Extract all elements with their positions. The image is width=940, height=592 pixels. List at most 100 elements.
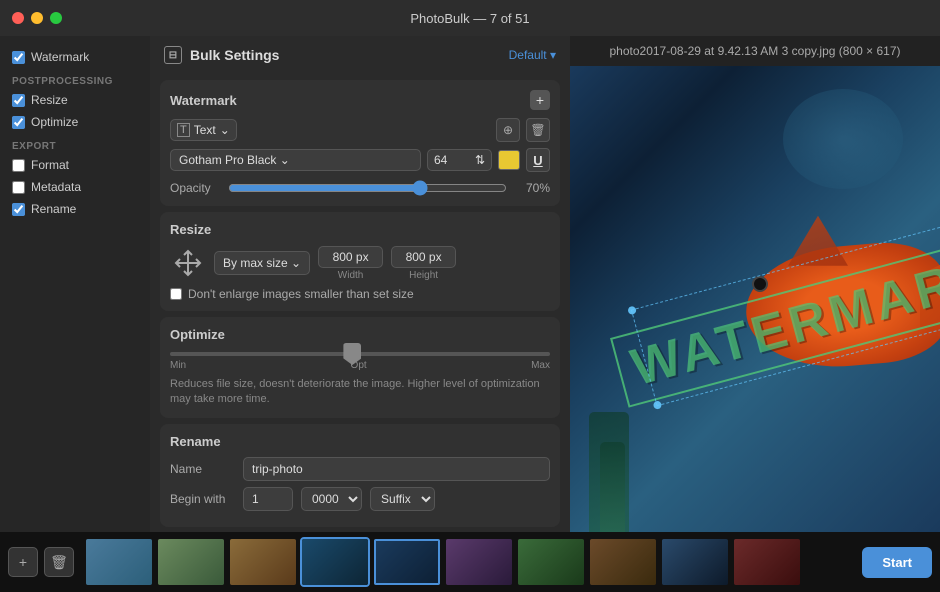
- postprocessing-section-label: POSTPROCESSING: [0, 68, 150, 89]
- photo-background: WATERMARK: [570, 66, 940, 532]
- size-select[interactable]: 64 ⇅: [427, 149, 492, 171]
- resize-section-title: Resize: [170, 222, 211, 237]
- optimize-section-title: Optimize: [170, 327, 225, 342]
- resize-icon: [170, 245, 206, 281]
- sidebar-resize-label: Resize: [31, 93, 68, 107]
- type-chevron-icon: ⌄: [220, 123, 230, 137]
- width-label: Width: [338, 270, 364, 281]
- panel-header-left: ⊟ Bulk Settings: [164, 46, 279, 64]
- panel-icon: ⊟: [164, 46, 182, 64]
- rename-number-format-select[interactable]: 0000 000 00: [301, 487, 362, 511]
- maximize-button[interactable]: [50, 12, 62, 24]
- sidebar-item-resize[interactable]: Resize: [0, 89, 150, 111]
- close-button[interactable]: [12, 12, 24, 24]
- rename-begin-row: Begin with 0000 000 00 Suffix Prefix: [170, 487, 550, 511]
- watermark-font-row: Gotham Pro Black ⌄ 64 ⇅ U: [170, 148, 550, 172]
- dont-enlarge-checkbox[interactable]: [170, 288, 182, 300]
- opacity-slider[interactable]: [228, 180, 507, 196]
- sidebar-format-label: Format: [31, 158, 69, 172]
- format-checkbox[interactable]: [12, 159, 25, 172]
- sidebar-item-rename[interactable]: Rename: [0, 198, 150, 220]
- photo-canvas: WATERMARK: [570, 66, 940, 532]
- start-button[interactable]: Start: [862, 547, 932, 578]
- thumb-5[interactable]: [372, 537, 442, 587]
- resize-section: Resize By max size ⌄: [160, 212, 560, 311]
- watermark-section-title: Watermark: [170, 93, 237, 108]
- dont-enlarge-label: Don't enlarge images smaller than set si…: [188, 287, 414, 301]
- handle-top-left[interactable]: [627, 306, 637, 316]
- optimize-title-row: Optimize: [170, 327, 550, 342]
- resize-title-row: Resize: [170, 222, 550, 237]
- thumb-4-active[interactable]: [300, 537, 370, 587]
- resize-mode-select[interactable]: By max size ⌄: [214, 251, 310, 275]
- thumb-6[interactable]: [444, 537, 514, 587]
- handle-bottom-left[interactable]: [652, 400, 662, 410]
- watermark-section: Watermark + T Text ⌄ ⊕ 🗑 Gotham Pro Blac…: [160, 80, 560, 206]
- watermark-copy-btn[interactable]: ⊕: [496, 118, 520, 142]
- underline-button[interactable]: U: [526, 148, 550, 172]
- rename-begin-label: Begin with: [170, 492, 235, 506]
- thumb-3[interactable]: [228, 537, 298, 587]
- watermark-delete-btn[interactable]: 🗑: [526, 118, 550, 142]
- sidebar-item-format[interactable]: Format: [0, 154, 150, 176]
- rename-section-title: Rename: [170, 434, 221, 449]
- watermark-type-row: T Text ⌄ ⊕ 🗑: [170, 118, 550, 142]
- thumb-2[interactable]: [156, 537, 226, 587]
- resize-height: Height: [391, 246, 456, 281]
- filmstrip: + 🗑 Start: [0, 532, 940, 592]
- export-section-label: EXPORT: [0, 133, 150, 154]
- rename-title-row: Rename: [170, 434, 550, 449]
- width-input[interactable]: [318, 246, 383, 268]
- rename-checkbox[interactable]: [12, 203, 25, 216]
- font-name: Gotham Pro Black: [179, 153, 276, 167]
- photo-view: photo2017-08-29 at 9.42.13 AM 3 copy.jpg…: [570, 36, 940, 532]
- size-chevrons-icon: ⇅: [475, 153, 485, 167]
- thumb-10[interactable]: [732, 537, 802, 587]
- panel-header: ⊟ Bulk Settings Default ▾: [150, 36, 570, 74]
- opacity-label: Opacity: [170, 181, 220, 195]
- metadata-checkbox[interactable]: [12, 181, 25, 194]
- titlebar: PhotoBulk — 7 of 51: [0, 0, 940, 36]
- thumb-8[interactable]: [588, 537, 658, 587]
- minimize-button[interactable]: [31, 12, 43, 24]
- traffic-lights[interactable]: [12, 12, 62, 24]
- thumb-7[interactable]: [516, 537, 586, 587]
- delete-photo-button[interactable]: 🗑: [44, 547, 74, 577]
- watermark-type-label: Text: [194, 123, 216, 137]
- sidebar-watermark-label: Watermark: [31, 50, 89, 64]
- panel-title: Bulk Settings: [190, 47, 279, 63]
- optimize-min-label: Min: [170, 360, 186, 371]
- sidebar-metadata-label: Metadata: [31, 180, 81, 194]
- optimize-slider-container: [170, 352, 550, 356]
- opacity-row: Opacity 70%: [170, 180, 550, 196]
- height-label: Height: [409, 270, 438, 281]
- optimize-checkbox[interactable]: [12, 116, 25, 129]
- thumb-9[interactable]: [660, 537, 730, 587]
- resize-checkbox[interactable]: [12, 94, 25, 107]
- optimize-section: Optimize Min Opt Max Reduces file size, …: [160, 317, 560, 418]
- color-swatch[interactable]: [498, 150, 520, 170]
- resize-controls-row: By max size ⌄ Width Height: [170, 245, 550, 281]
- sidebar-item-optimize[interactable]: Optimize: [0, 111, 150, 133]
- resize-mode-label: By max size: [223, 256, 288, 270]
- rename-begin-input[interactable]: [243, 487, 293, 511]
- main-area: Watermark POSTPROCESSING Resize Optimize…: [0, 36, 940, 532]
- optimize-track: [170, 352, 550, 356]
- rename-name-input[interactable]: [243, 457, 550, 481]
- thumb-1[interactable]: [84, 537, 154, 587]
- sidebar-item-metadata[interactable]: Metadata: [0, 176, 150, 198]
- rename-name-label: Name: [170, 462, 235, 476]
- watermark-checkbox[interactable]: [12, 51, 25, 64]
- height-input[interactable]: [391, 246, 456, 268]
- rename-name-row: Name: [170, 457, 550, 481]
- watermark-add-button[interactable]: +: [530, 90, 550, 110]
- default-button[interactable]: Default ▾: [509, 48, 556, 62]
- sidebar-item-watermark[interactable]: Watermark: [0, 46, 150, 68]
- dont-enlarge-row: Don't enlarge images smaller than set si…: [170, 287, 550, 301]
- watermark-type-select[interactable]: T Text ⌄: [170, 119, 237, 141]
- rename-section: Rename Name Begin with 0000 000 00 Suffi…: [160, 424, 560, 527]
- font-select[interactable]: Gotham Pro Black ⌄: [170, 149, 421, 171]
- filmstrip-controls: + 🗑: [8, 547, 74, 577]
- add-photo-button[interactable]: +: [8, 547, 38, 577]
- rename-suffix-select[interactable]: Suffix Prefix: [370, 487, 435, 511]
